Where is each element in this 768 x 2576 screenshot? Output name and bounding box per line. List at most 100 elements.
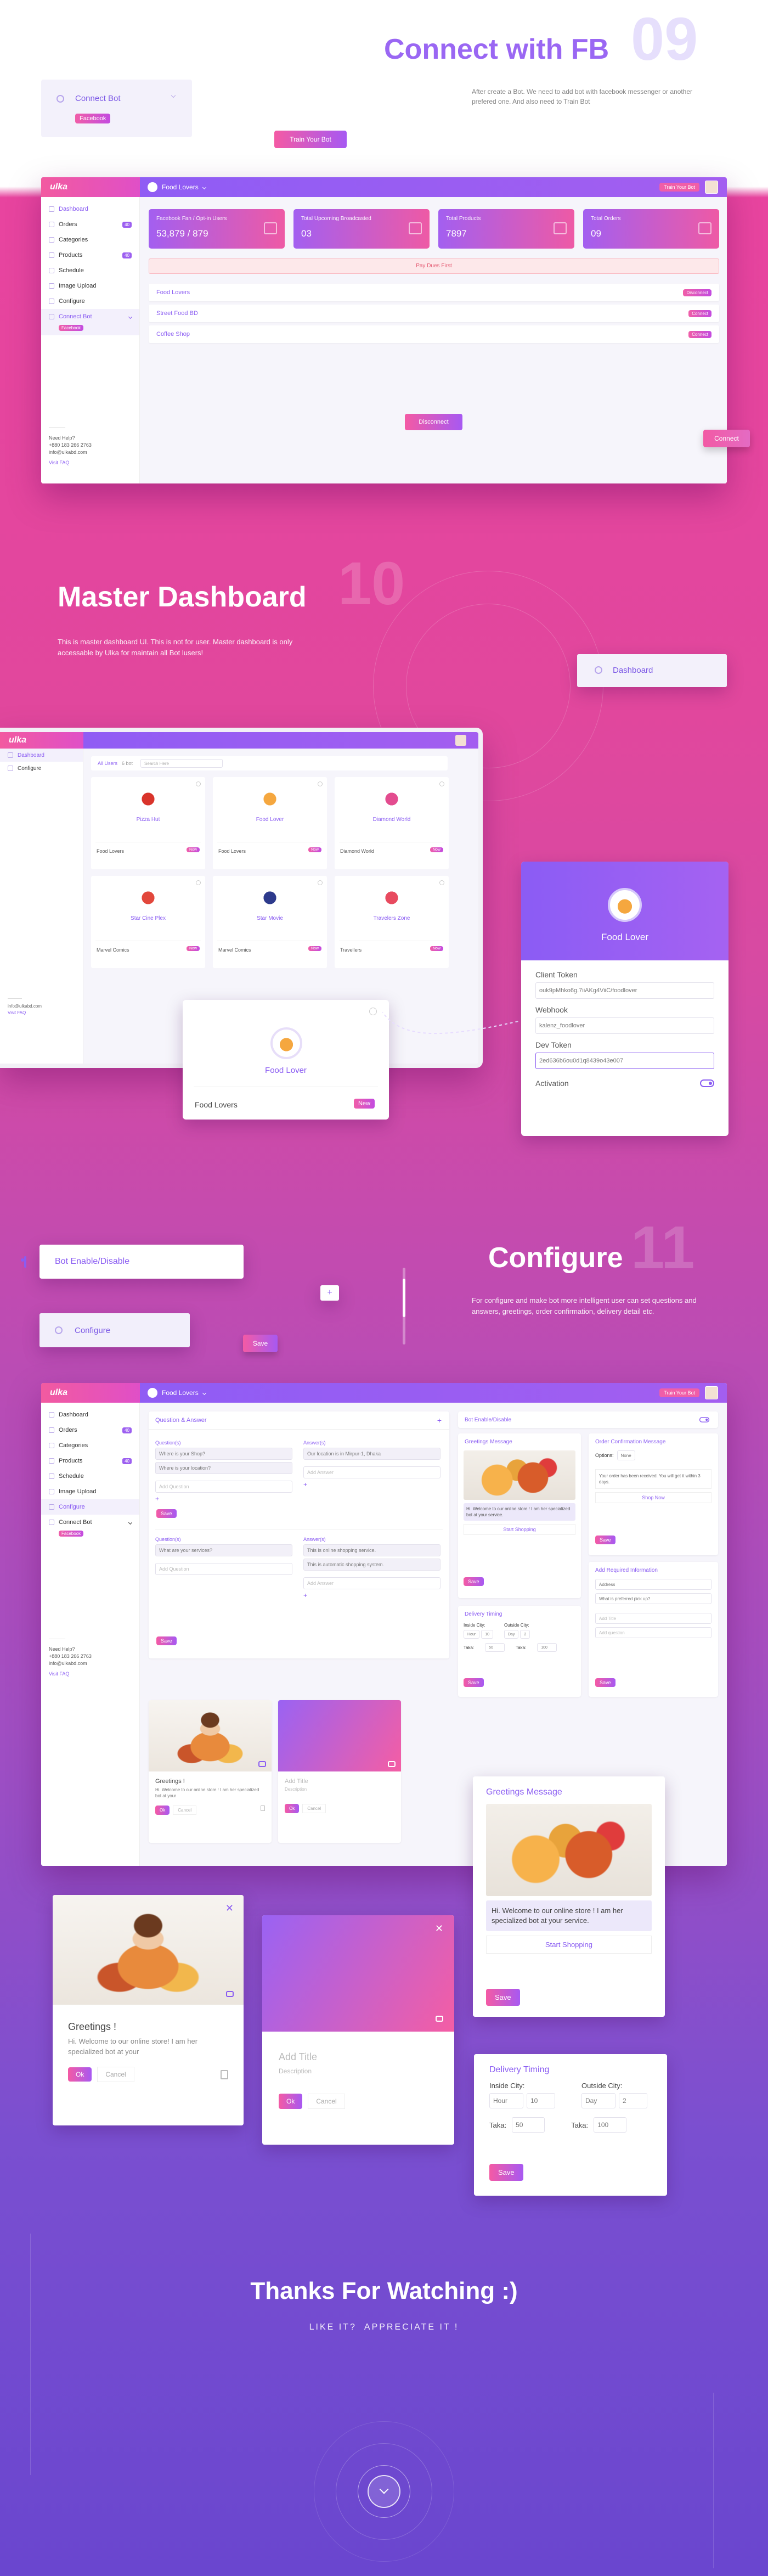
client-token-field[interactable]: ouk9pMhko6g.7iiAKg4ViiC/foodlover [535,982,714,999]
add-icon[interactable]: + [303,1591,441,1599]
save-button[interactable]: Save [595,1678,615,1687]
bot-toggle-chip[interactable]: Bot Enable/Disable [24,1245,244,1279]
page-action-button[interactable]: Connect [688,310,711,317]
sidebar-item-configure[interactable]: Configure [41,294,139,309]
save-button[interactable]: Save [489,2164,523,2181]
pay-dues-notice[interactable]: Pay Dues First [149,258,719,274]
sidebar-item-dashboard[interactable]: Dashboard [41,201,139,217]
close-icon[interactable] [439,781,444,786]
facebook-sub-badge[interactable]: Facebook [59,1531,84,1537]
add-question-field[interactable]: Add Question [155,1481,292,1493]
sidebar-item-schedule[interactable]: Schedule [41,1469,139,1484]
sidebar-item-orders[interactable]: Orders 40 [41,1422,139,1438]
bot-popup-card[interactable]: Food Lover Food Lovers New [183,1000,389,1120]
sidebar-item-configure[interactable]: Configure [41,1499,139,1515]
save-button[interactable]: Save [464,1678,484,1687]
add-question-field[interactable]: Add question [595,1627,711,1638]
bot-card[interactable]: Food Lover Food Lovers Now [213,777,327,869]
sidebar-item-configure[interactable]: Configure [0,762,83,775]
save-button[interactable]: Save [156,1509,177,1518]
sidebar-item-products[interactable]: Products 40 [41,1453,139,1469]
plus-button[interactable]: + [320,1285,339,1301]
add-card-title[interactable]: Add Title [278,1771,401,1787]
sidebar-item-orders[interactable]: Orders 40 [41,217,139,232]
question-field[interactable]: Where is your Shop? [155,1448,292,1460]
hour-value-select[interactable]: 10 [527,2093,555,2108]
train-bot-top-button[interactable]: Train Your Bot [659,1388,699,1397]
close-icon[interactable] [318,781,323,786]
bot-enable-toggle[interactable] [699,1417,710,1422]
sidebar-item-dashboard[interactable]: Dashboard [41,1407,139,1422]
add-answer-field[interactable]: Add Answer [303,1577,441,1589]
ok-button[interactable]: Ok [68,2067,92,2082]
help-link[interactable]: Visit FAQ [49,459,92,466]
footer-link[interactable]: Visit FAQ [8,1010,42,1016]
connect-button[interactable]: Connect [703,430,750,447]
close-icon[interactable] [196,781,201,786]
save-button[interactable]: Save [243,1335,278,1352]
trash-icon[interactable] [221,2069,228,2079]
disconnect-button[interactable]: Disconnect [405,414,462,430]
add-title-field[interactable]: Add Title [595,1613,711,1624]
cancel-button[interactable]: Cancel [308,2094,345,2109]
add-question-field[interactable]: Add Question [155,1563,292,1575]
sidebar-item-schedule[interactable]: Schedule [41,263,139,278]
scroll-down-button[interactable] [368,2475,400,2508]
configure-chip[interactable]: Configure [39,1313,190,1347]
required-field[interactable]: What is preferred pick up? [595,1593,711,1604]
cancel-button[interactable]: Cancel [97,2067,134,2082]
close-icon[interactable] [439,880,444,885]
add-answer-field[interactable]: Add Answer [303,1466,441,1478]
scroll-track[interactable] [403,1268,405,1345]
add-icon[interactable]: + [437,1416,442,1425]
save-button[interactable]: Save [464,1577,484,1586]
activation-toggle[interactable] [700,1079,714,1087]
close-icon[interactable] [196,880,201,885]
taka-inside-field[interactable]: 50 [512,2117,545,2133]
sidebar-item-categories[interactable]: Categories [41,1438,139,1453]
camera-icon[interactable] [226,1991,234,1997]
floating-add-description[interactable]: Description [262,2067,454,2075]
sidebar-item-products[interactable]: Products 40 [41,248,139,263]
question-field[interactable]: Where is your location? [155,1462,292,1474]
sidebar-item-image-upload[interactable]: Image Upload [41,278,139,294]
cancel-button[interactable]: Cancel [302,1804,326,1813]
user-avatar[interactable] [705,1386,718,1399]
floating-add-title[interactable]: Add Title [262,2032,454,2067]
page-action-button[interactable]: Disconnect [683,289,711,296]
add-icon[interactable]: + [155,1495,292,1503]
add-icon[interactable]: + [303,1481,441,1488]
bot-card[interactable]: Pizza Hut Food Lovers Now [91,777,205,869]
sidebar-item-connect-bot[interactable]: Connect Bot [41,1515,139,1530]
shop-now-button[interactable]: Shop Now [595,1492,711,1503]
start-shopping-button[interactable]: Start Shopping [464,1524,575,1535]
bot-card[interactable]: Star Cine Plex Marvel Comics Now [91,876,205,968]
day-select[interactable]: Day [504,1630,519,1639]
bot-select[interactable]: Food Lovers [148,1388,206,1398]
question-field[interactable]: What are your services? [155,1544,292,1556]
answer-field[interactable]: This is automatic shopping system. [303,1559,441,1571]
day-value-select[interactable]: 2 [619,2093,647,2108]
ok-button[interactable]: Ok [155,1806,170,1815]
trash-icon[interactable] [261,1806,265,1811]
hour-select[interactable]: Hour [464,1630,480,1639]
page-action-button[interactable]: Connect [688,330,711,338]
cancel-button[interactable]: Cancel [173,1806,197,1815]
dev-token-field[interactable]: 2ed636b6ou0d1q8439o43e007 [535,1053,714,1069]
taka-outside-field[interactable]: 100 [537,1643,557,1652]
train-bot-top-button[interactable]: Train Your Bot [659,183,699,192]
required-field[interactable]: Address [595,1579,711,1590]
save-button[interactable]: Save [486,1989,520,2006]
bot-card[interactable]: Star Movie Marvel Comics Now [213,876,327,968]
close-icon[interactable] [369,1008,377,1015]
user-avatar[interactable] [455,735,466,746]
answer-field[interactable]: This is online shopping service. [303,1544,441,1556]
filter-all-users[interactable]: All Users [98,761,117,766]
answer-field[interactable]: Our location is in Mirpur-1, Dhaka [303,1448,441,1460]
camera-icon[interactable] [258,1761,266,1767]
options-select[interactable]: None [617,1450,635,1460]
taka-outside-field[interactable]: 100 [594,2117,627,2133]
day-value-select[interactable]: 2 [520,1630,530,1639]
hour-select[interactable]: Hour [489,2093,523,2108]
close-icon[interactable]: ✕ [435,1923,443,1934]
